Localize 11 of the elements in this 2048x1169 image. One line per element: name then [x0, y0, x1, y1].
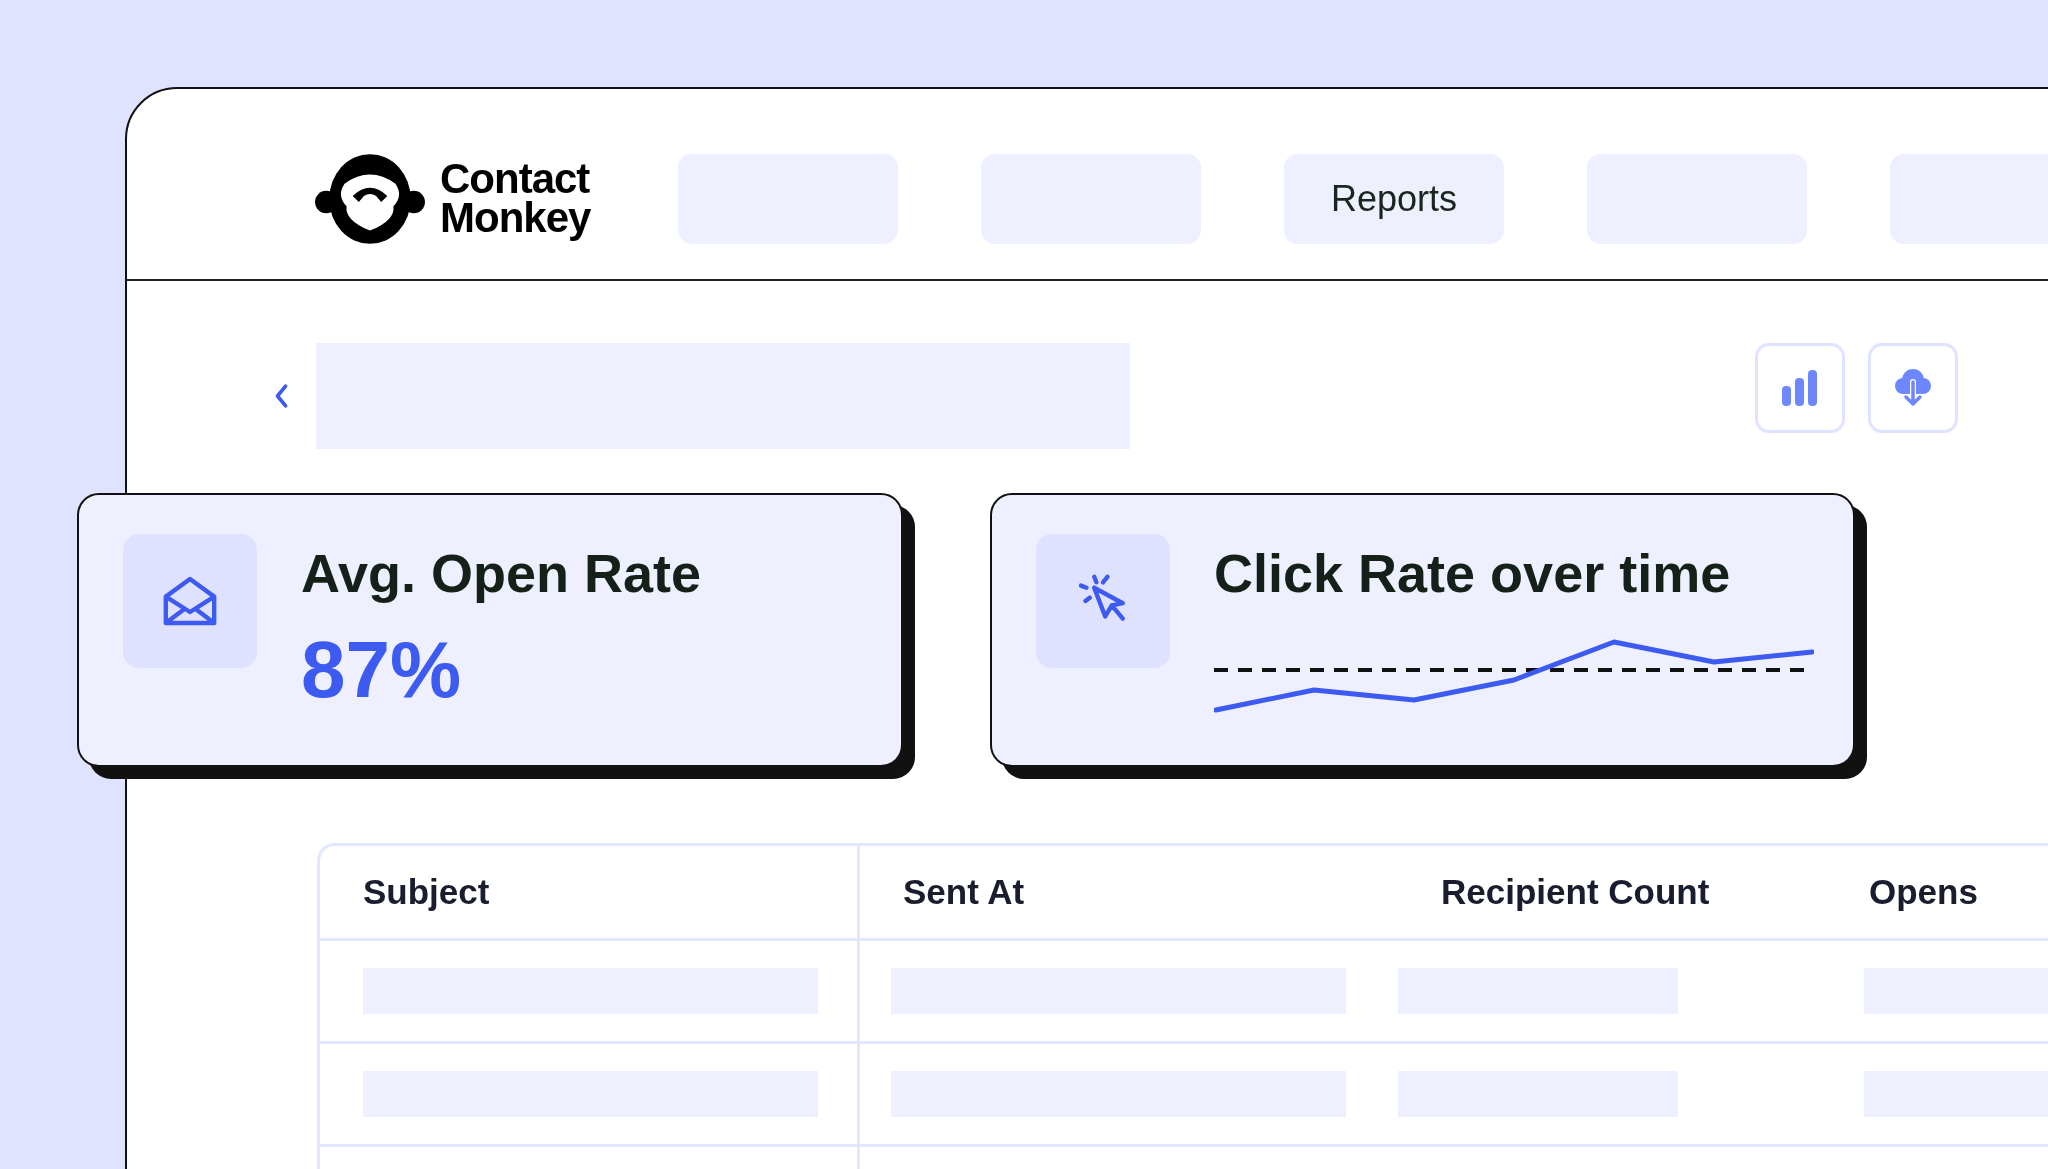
- download-button[interactable]: [1868, 343, 1958, 433]
- metric-value: 87%: [301, 624, 463, 716]
- card-title: Click Rate over time: [1214, 542, 1732, 604]
- nav-tab[interactable]: Reports: [1284, 154, 1504, 244]
- monkey-logo-icon: [314, 153, 426, 245]
- column-header: Sent At: [903, 872, 1025, 912]
- column-header: Opens: [1869, 872, 1978, 912]
- chart-button[interactable]: [1755, 343, 1845, 433]
- column-header: Recipient Count: [1441, 872, 1710, 912]
- card-title: Avg. Open Rate: [301, 542, 702, 604]
- column-header: Subject: [363, 872, 490, 912]
